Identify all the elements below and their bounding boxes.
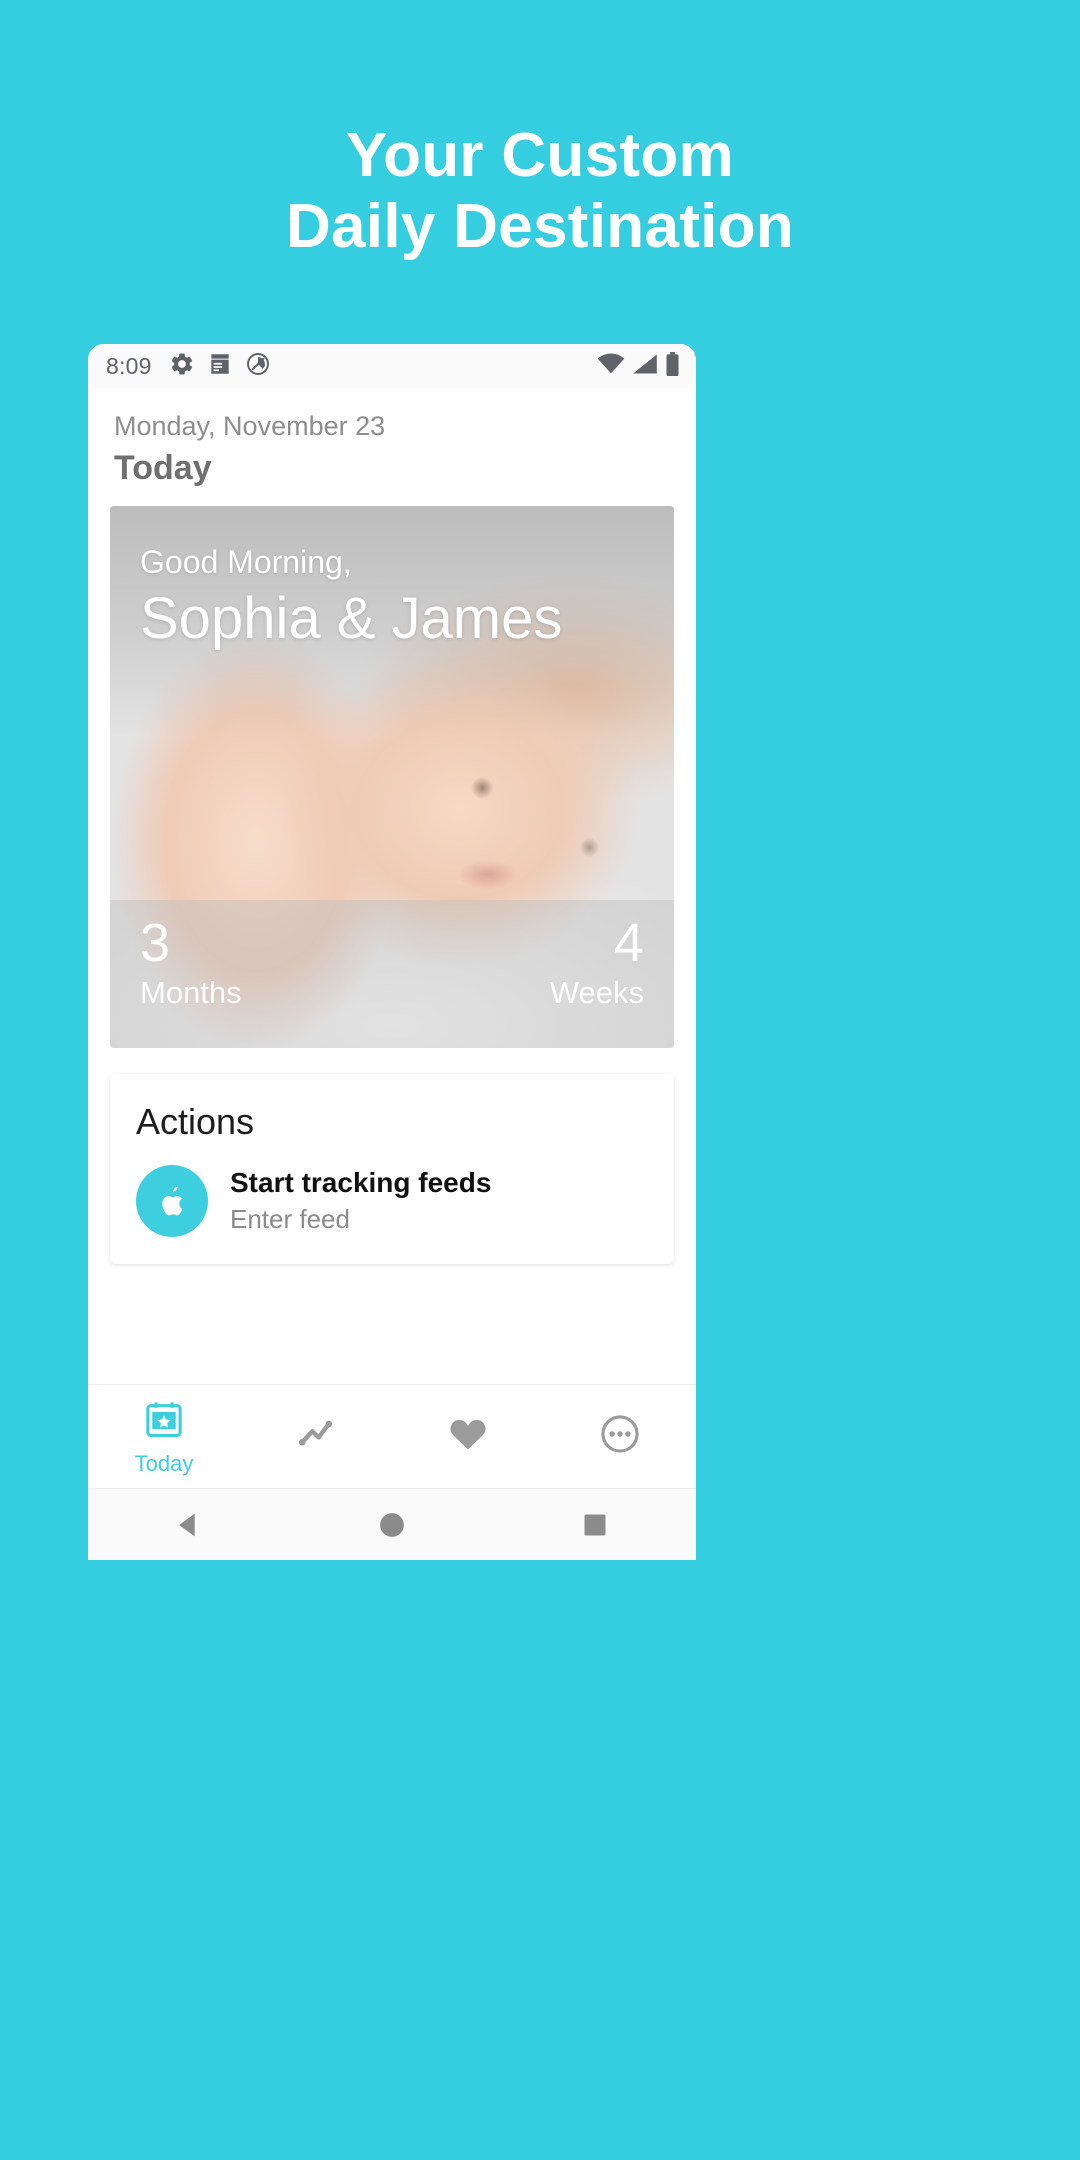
tab-favorites[interactable]	[392, 1385, 544, 1488]
promo-headline-line-1: Your Custom	[346, 121, 734, 190]
do-not-disturb-icon	[245, 351, 271, 382]
phone-screen: 8:09 Monday, November 23 Today Good Morn…	[88, 344, 696, 1560]
tab-today-label: Today	[134, 1451, 194, 1476]
promo-headline-line-2: Daily Destination	[285, 192, 795, 262]
gear-icon	[169, 351, 195, 382]
status-bar-left-icons	[169, 351, 271, 382]
header-date: Monday, November 23	[114, 411, 386, 441]
back-button[interactable]	[129, 1489, 249, 1560]
wifi-icon	[597, 353, 625, 380]
age-weeks-label: Weeks	[549, 975, 644, 1011]
tab-today[interactable]: Today	[88, 1385, 240, 1488]
phone-mockup: 8:09 Monday, November 23 Today Good Morn…	[88, 344, 696, 1560]
age-weeks-number: 4	[613, 912, 644, 973]
app-header: Monday, November 23 Today	[88, 388, 696, 500]
status-bar: 8:09	[88, 344, 696, 388]
age-months-number: 3	[140, 912, 171, 973]
cellular-signal-icon	[632, 353, 658, 380]
apple-icon	[136, 1165, 208, 1238]
page-title: Today	[114, 448, 212, 487]
action-item-start-tracking-feeds[interactable]: Start tracking feeds Enter feed	[110, 1143, 674, 1238]
actions-card-title: Actions	[136, 1100, 255, 1142]
action-item-texts: Start tracking feeds Enter feed	[230, 1165, 491, 1237]
action-item-subtitle: Enter feed	[230, 1204, 350, 1235]
hero-age-stats: 3 Months 4 Weeks	[110, 899, 674, 1048]
heart-icon	[446, 1412, 490, 1461]
actions-card: Actions Start tracking feeds Enter feed	[110, 1073, 674, 1264]
home-button[interactable]	[332, 1489, 452, 1560]
status-bar-right-icons	[597, 351, 680, 381]
bottom-tab-bar: Today	[88, 1384, 696, 1488]
tab-more[interactable]	[544, 1385, 696, 1488]
android-system-nav	[88, 1488, 696, 1560]
promo-headline: Your Custom Daily Destination	[0, 120, 1080, 263]
more-circle-icon	[598, 1412, 642, 1461]
age-stat-months: 3 Months	[140, 914, 242, 1012]
battery-icon	[665, 351, 680, 381]
greeting-names: Sophia & James	[140, 585, 563, 651]
tab-trends[interactable]	[240, 1385, 392, 1488]
status-bar-clock: 8:09	[106, 352, 152, 379]
recents-button[interactable]	[535, 1489, 655, 1560]
action-item-title: Start tracking feeds	[230, 1167, 492, 1199]
greeting-salutation: Good Morning,	[140, 543, 352, 580]
age-months-label: Months	[140, 975, 242, 1011]
notes-icon	[207, 351, 233, 382]
hero-greeting: Good Morning, Sophia & James	[140, 544, 562, 653]
chart-line-icon	[294, 1412, 338, 1461]
age-stat-weeks: 4 Weeks	[550, 914, 644, 1012]
calendar-star-icon	[142, 1398, 186, 1447]
hero-photo-card[interactable]: Good Morning, Sophia & James 3 Months 4 …	[110, 505, 674, 1048]
